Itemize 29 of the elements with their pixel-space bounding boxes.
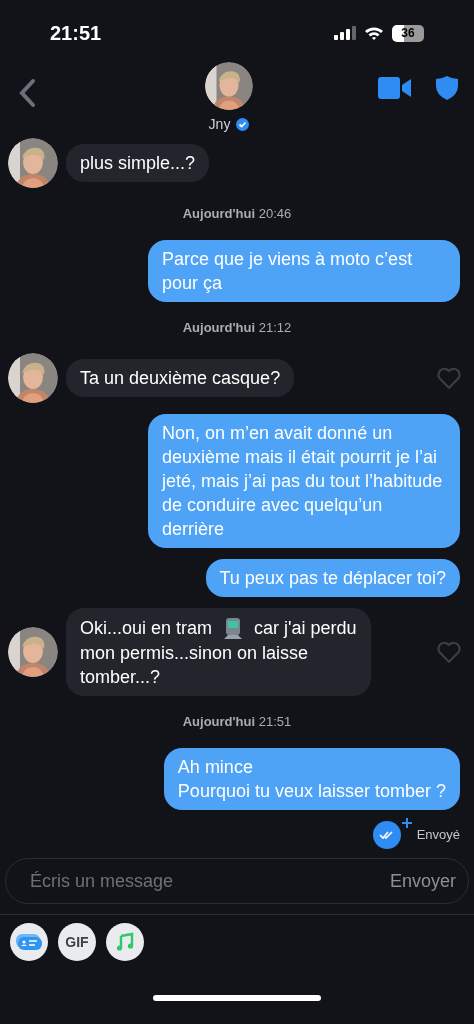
gif-button[interactable]: GIF <box>58 923 96 961</box>
timestamp: Aujourd'hui 21:51 <box>182 713 292 731</box>
plus-icon <box>400 816 413 829</box>
message-bubble: Tu peux pas te déplacer toi? <box>205 559 460 597</box>
wifi-icon <box>364 25 384 41</box>
timestamp: Aujourd'hui 21:12 <box>182 318 292 337</box>
timestamp: Aujourd'hui 20:46 <box>182 205 292 223</box>
chevron-left-icon <box>18 78 36 108</box>
send-button[interactable]: Envoyer <box>389 867 456 895</box>
video-camera-icon[interactable] <box>378 77 412 99</box>
message-bubble: Non, on m’en avait donné un deuxième mais il était pourrit je l’ai jeté, mais j’ai pas du tout l’habitude de conduire avec quelqu’un derrière <box>148 414 460 548</box>
music-button[interactable] <box>106 923 144 961</box>
music-note-icon <box>115 932 135 952</box>
message-text: mon permis...sinon on laisse tomber...? <box>80 642 310 689</box>
card-button[interactable] <box>10 923 48 961</box>
double-check-icon <box>372 820 401 849</box>
id-card-icon <box>15 932 43 952</box>
message-text: Oki...oui en tram <box>80 617 213 640</box>
message-bubble: Ta un deuxième casque? <box>66 359 295 397</box>
clock: 21:51 <box>50 21 102 46</box>
message-bubble: Ah mince Pourquoi tu veux laisser tomber ? <box>163 747 460 810</box>
delivery-status: Envoyé <box>416 825 460 844</box>
signal-icon <box>334 26 356 40</box>
message-field[interactable]: Écris un message <box>30 867 280 895</box>
contact-name: Jny <box>208 115 231 134</box>
message-bubble: plus simple...? <box>66 144 210 182</box>
message-text: car j'ai perdu <box>254 617 357 640</box>
shield-icon[interactable] <box>436 76 458 100</box>
message-bubble: Parce que je viens à moto c’est pour ça <box>148 239 460 302</box>
